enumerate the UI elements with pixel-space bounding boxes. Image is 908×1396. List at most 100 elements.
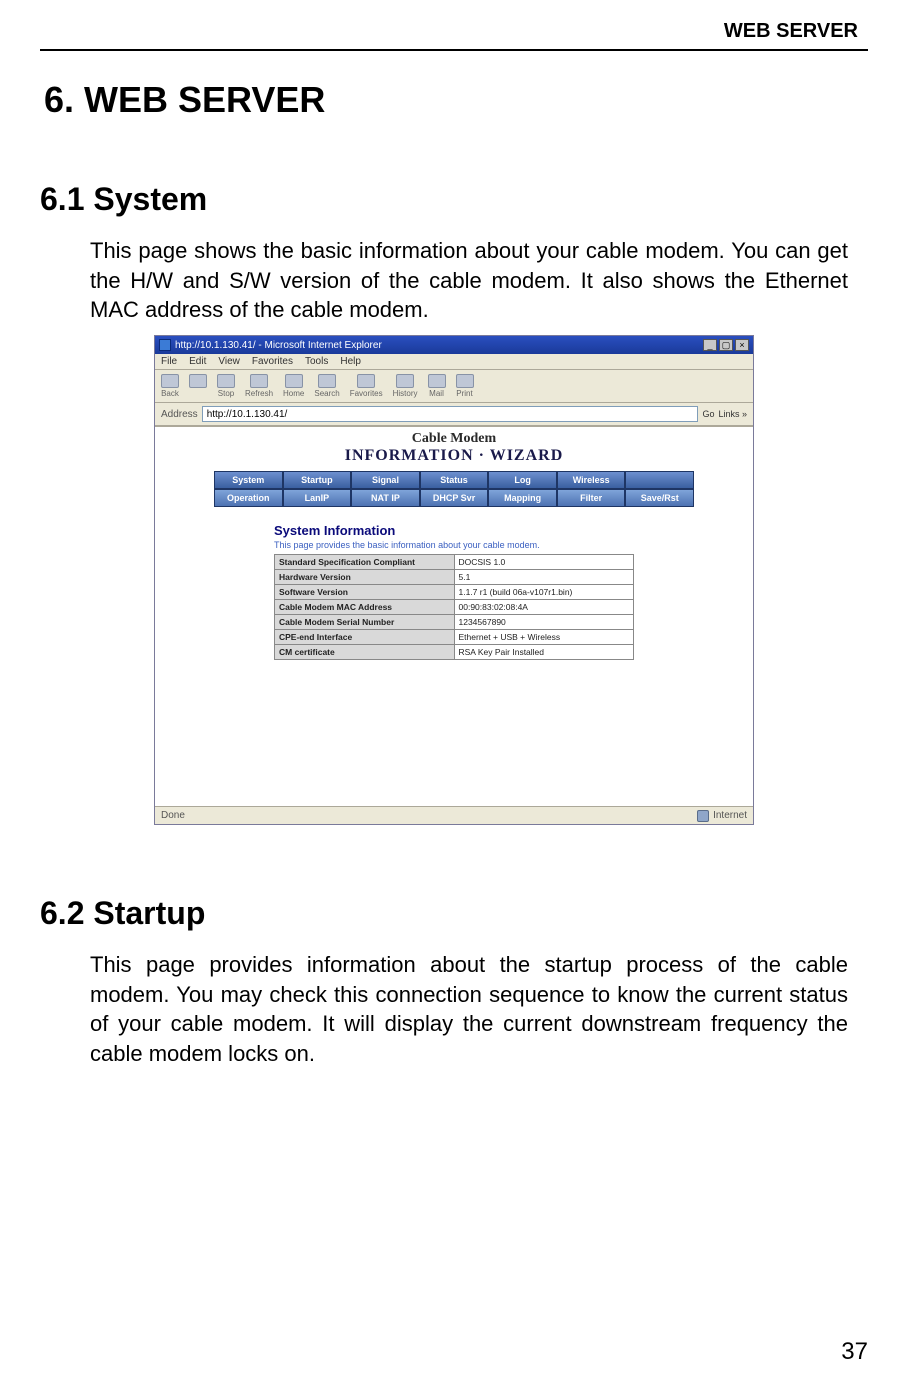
title-bar: http://10.1.130.41/ - Microsoft Internet… xyxy=(155,336,753,354)
nav-tabs: System Startup Signal Status Log Wireles… xyxy=(214,471,694,507)
system-info-table: Standard Specification CompliantDOCSIS 1… xyxy=(274,554,634,660)
tab-dhcp[interactable]: DHCP Svr xyxy=(420,489,489,507)
row-key: Standard Specification Compliant xyxy=(275,555,455,570)
tab-operation[interactable]: Operation xyxy=(214,489,283,507)
tab-filter[interactable]: Filter xyxy=(557,489,626,507)
row-key: Software Version xyxy=(275,585,455,600)
mail-button[interactable]: Mail xyxy=(428,374,446,398)
table-row: Standard Specification CompliantDOCSIS 1… xyxy=(275,555,634,570)
go-button[interactable]: Go xyxy=(702,409,714,419)
refresh-button[interactable]: Refresh xyxy=(245,374,273,398)
tab-lanip[interactable]: LanIP xyxy=(283,489,352,507)
status-text: Done xyxy=(161,810,185,821)
row-key: CM certificate xyxy=(275,645,455,660)
print-icon xyxy=(456,374,474,388)
forward-button[interactable] xyxy=(189,374,207,398)
history-icon xyxy=(396,374,414,388)
stop-button[interactable]: Stop xyxy=(217,374,235,398)
search-button[interactable]: Search xyxy=(314,374,339,398)
tab-status[interactable]: Status xyxy=(420,471,489,489)
window-title: http://10.1.130.41/ - Microsoft Internet… xyxy=(175,340,382,351)
page-banner: Cable Modem INFORMATION · WIZARD xyxy=(155,427,753,465)
browser-window: http://10.1.130.41/ - Microsoft Internet… xyxy=(154,335,754,825)
tab-wep[interactable] xyxy=(625,471,694,489)
row-value: Ethernet + USB + Wireless xyxy=(454,630,634,645)
address-label: Address xyxy=(161,409,198,420)
table-row: Hardware Version5.1 xyxy=(275,570,634,585)
menu-tools[interactable]: Tools xyxy=(305,356,328,367)
table-row: Cable Modem Serial Number1234567890 xyxy=(275,615,634,630)
home-icon xyxy=(285,374,303,388)
tab-system[interactable]: System xyxy=(214,471,283,489)
toolbar: Back Stop Refresh Home Search Favorites … xyxy=(155,370,753,403)
window-controls: _ ▢ × xyxy=(703,339,749,351)
refresh-icon xyxy=(250,374,268,388)
zone-label: Internet xyxy=(713,810,747,821)
row-value: 5.1 xyxy=(454,570,634,585)
table-row: Software Version1.1.7 r1 (build 06a-v107… xyxy=(275,585,634,600)
maximize-button[interactable]: ▢ xyxy=(719,339,733,351)
row-value: 1234567890 xyxy=(454,615,634,630)
row-value: 00:90:83:02:08:4A xyxy=(454,600,634,615)
section-6-1-title: 6.1 System xyxy=(40,181,868,218)
back-button[interactable]: Back xyxy=(161,374,179,398)
running-header: WEB SERVER xyxy=(40,20,868,49)
page-content: Cable Modem INFORMATION · WIZARD System … xyxy=(155,426,753,806)
banner-line-1: Cable Modem xyxy=(155,431,753,447)
tab-log[interactable]: Log xyxy=(488,471,557,489)
search-icon xyxy=(318,374,336,388)
section-6-2-body: This page provides information about the… xyxy=(90,950,848,1069)
section-6-2-title: 6.2 Startup xyxy=(40,895,868,932)
panel-title: System Information xyxy=(274,523,634,538)
forward-icon xyxy=(189,374,207,388)
menu-edit[interactable]: Edit xyxy=(189,356,206,367)
panel-subtitle: This page provides the basic information… xyxy=(274,540,634,550)
row-value: RSA Key Pair Installed xyxy=(454,645,634,660)
close-button[interactable]: × xyxy=(735,339,749,351)
row-key: CPE-end Interface xyxy=(275,630,455,645)
address-input[interactable] xyxy=(202,406,699,422)
header-rule xyxy=(40,49,868,51)
tab-mapping[interactable]: Mapping xyxy=(488,489,557,507)
chapter-title: 6. WEB SERVER xyxy=(44,79,868,121)
system-info-panel: System Information This page provides th… xyxy=(274,523,634,660)
back-icon xyxy=(161,374,179,388)
menu-file[interactable]: File xyxy=(161,356,177,367)
mail-icon xyxy=(428,374,446,388)
banner-line-2: INFORMATION · WIZARD xyxy=(155,447,753,465)
status-bar: Done Internet xyxy=(155,806,753,824)
ie-icon xyxy=(159,339,171,351)
internet-zone-icon xyxy=(697,810,709,822)
favorites-icon xyxy=(357,374,375,388)
row-key: Cable Modem MAC Address xyxy=(275,600,455,615)
row-value: 1.1.7 r1 (build 06a-v107r1.bin) xyxy=(454,585,634,600)
menu-view[interactable]: View xyxy=(218,356,240,367)
tab-natip[interactable]: NAT IP xyxy=(351,489,420,507)
history-button[interactable]: History xyxy=(393,374,418,398)
row-value: DOCSIS 1.0 xyxy=(454,555,634,570)
stop-icon xyxy=(217,374,235,388)
home-button[interactable]: Home xyxy=(283,374,304,398)
links-button[interactable]: Links » xyxy=(718,409,747,419)
embedded-screenshot: http://10.1.130.41/ - Microsoft Internet… xyxy=(154,335,754,825)
menu-bar: File Edit View Favorites Tools Help xyxy=(155,354,753,370)
row-key: Hardware Version xyxy=(275,570,455,585)
menu-favorites[interactable]: Favorites xyxy=(252,356,293,367)
tab-row-2: Operation LanIP NAT IP DHCP Svr Mapping … xyxy=(214,489,694,507)
tab-wireless[interactable]: Wireless xyxy=(557,471,626,489)
tab-saverst[interactable]: Save/Rst xyxy=(625,489,694,507)
favorites-button[interactable]: Favorites xyxy=(350,374,383,398)
table-row: CPE-end InterfaceEthernet + USB + Wirele… xyxy=(275,630,634,645)
menu-help[interactable]: Help xyxy=(340,356,361,367)
tab-signal[interactable]: Signal xyxy=(351,471,420,489)
page-number: 37 xyxy=(841,1338,868,1366)
print-button[interactable]: Print xyxy=(456,374,474,398)
row-key: Cable Modem Serial Number xyxy=(275,615,455,630)
tab-row-1: System Startup Signal Status Log Wireles… xyxy=(214,471,694,489)
minimize-button[interactable]: _ xyxy=(703,339,717,351)
table-row: Cable Modem MAC Address00:90:83:02:08:4A xyxy=(275,600,634,615)
tab-startup[interactable]: Startup xyxy=(283,471,352,489)
address-bar: Address Go Links » xyxy=(155,403,753,426)
table-row: CM certificateRSA Key Pair Installed xyxy=(275,645,634,660)
section-6-1-body: This page shows the basic information ab… xyxy=(90,236,848,325)
